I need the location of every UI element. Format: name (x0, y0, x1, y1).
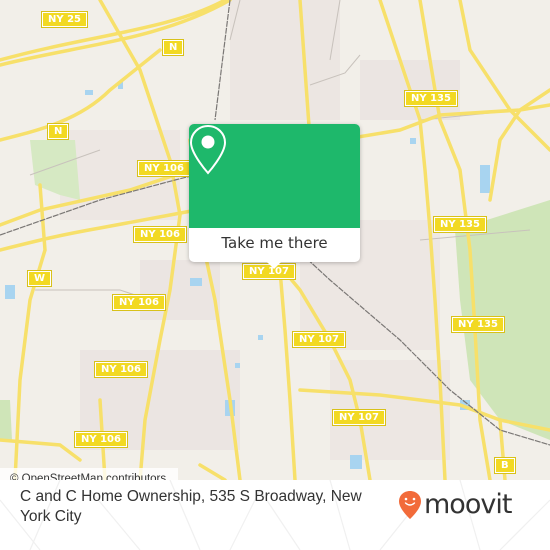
route-shield-w: W (26, 270, 53, 287)
route-shield-ny106: NY 106 (94, 361, 148, 378)
route-shield-b: B (494, 457, 516, 474)
map-view[interactable]: NY 25 N N NY 106 NY 106 W NY 106 NY 106 … (0, 0, 550, 480)
map-attribution[interactable]: © OpenStreetMap contributors (0, 468, 179, 480)
take-me-there-button[interactable]: Take me there (189, 228, 360, 262)
place-address: C and C Home Ownership, 535 S Broadway, … (20, 488, 362, 525)
location-popup: Take me there (189, 124, 360, 269)
route-shield-n: N (161, 39, 185, 56)
route-shield-ny107: NY 107 (332, 409, 386, 426)
moovit-pin-icon (399, 491, 421, 519)
popup-header (189, 124, 360, 228)
route-shield-ny25: NY 25 (40, 11, 89, 28)
map-pin-icon (189, 124, 227, 175)
route-shield-ny135: NY 135 (404, 90, 458, 107)
route-shield-ny135: NY 135 (433, 216, 487, 233)
route-shield-ny106: NY 106 (137, 160, 191, 177)
route-shield-ny106: NY 106 (74, 431, 128, 448)
route-shield-ny135: NY 135 (451, 316, 505, 333)
popup-tail (265, 260, 283, 269)
route-shield-n: N (46, 123, 70, 140)
route-shield-ny106: NY 106 (112, 294, 166, 311)
moovit-logo[interactable]: moovit (398, 489, 512, 520)
route-shield-ny107: NY 107 (292, 331, 346, 348)
footer: C and C Home Ownership, 535 S Broadway, … (0, 480, 550, 550)
route-shield-ny106: NY 106 (133, 226, 187, 243)
moovit-logo-text: moovit (424, 489, 512, 520)
